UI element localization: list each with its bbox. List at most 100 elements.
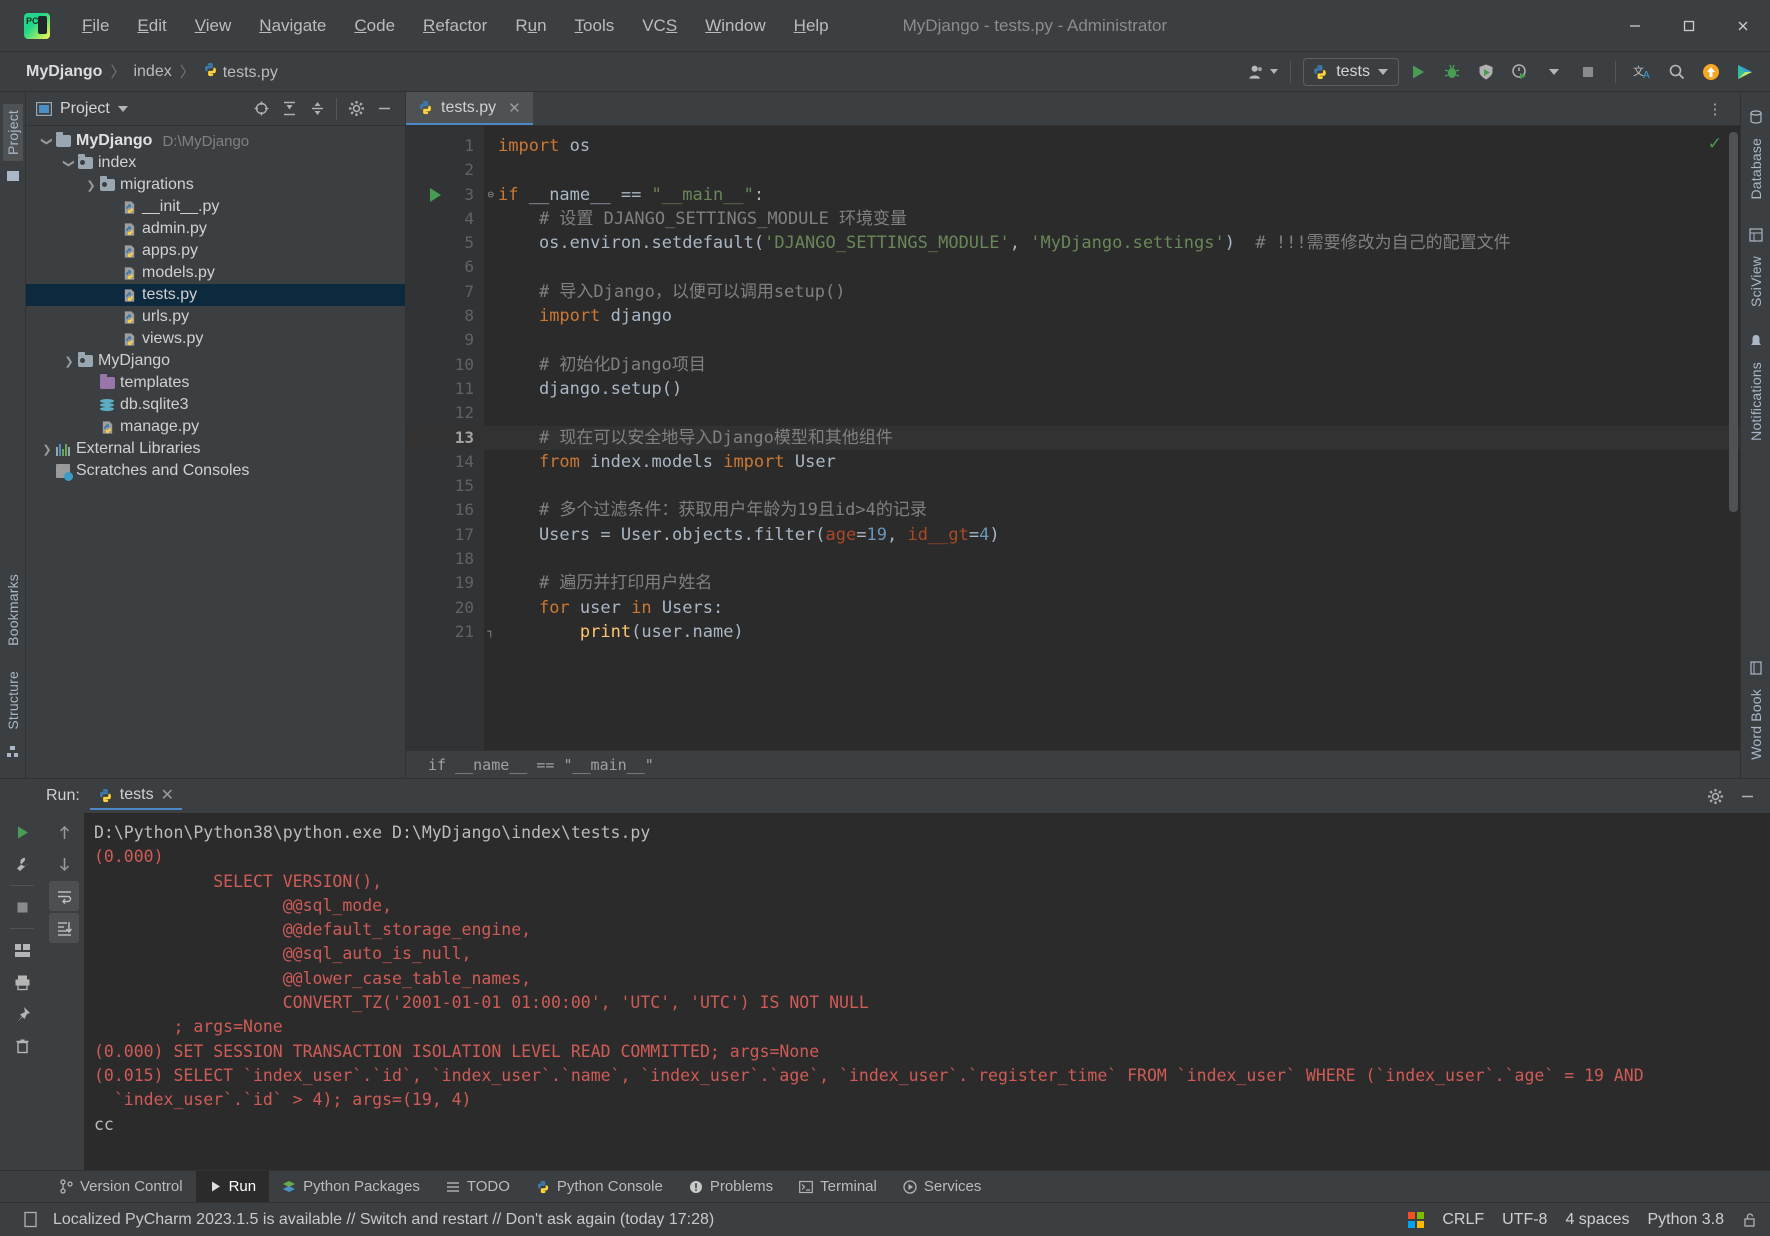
indent-status[interactable]: 4 spaces xyxy=(1565,1211,1629,1229)
tree-node-admin-py[interactable]: admin.py xyxy=(26,218,405,240)
code-line-15[interactable] xyxy=(498,474,1740,498)
run-line-marker-icon[interactable] xyxy=(430,187,441,202)
gutter-line-19[interactable]: 19 xyxy=(406,571,484,595)
close-icon[interactable]: ✕ xyxy=(161,785,174,805)
pin-icon[interactable] xyxy=(7,999,37,1029)
close-icon[interactable]: ✕ xyxy=(508,99,521,117)
up-arrow-icon[interactable] xyxy=(49,817,79,847)
breadcrumb-segment-tests-py[interactable]: tests.py xyxy=(199,60,282,84)
gutter-line-5[interactable]: 5 xyxy=(406,231,484,255)
close-button[interactable] xyxy=(1716,0,1770,52)
gutter-line-15[interactable]: 15 xyxy=(406,474,484,498)
profiler-dropdown-icon[interactable] xyxy=(1539,58,1569,86)
collapse-all-icon[interactable] xyxy=(304,97,330,121)
status-notification[interactable]: Localized PyCharm 2023.1.5 is available … xyxy=(53,1211,714,1229)
menu-item-refactor[interactable]: Refactor xyxy=(409,12,501,40)
profiler-button[interactable] xyxy=(1505,58,1535,86)
menu-item-tools[interactable]: Tools xyxy=(561,12,629,40)
gutter-line-11[interactable]: 11 xyxy=(406,377,484,401)
code-line-8[interactable]: import django xyxy=(498,304,1740,328)
print-icon[interactable] xyxy=(7,967,37,997)
tree-node-__init__-py[interactable]: __init__.py xyxy=(26,196,405,218)
chevron-right-icon[interactable]: ❯ xyxy=(62,355,76,368)
tree-node-apps-py[interactable]: apps.py xyxy=(26,240,405,262)
project-tree[interactable]: ❯ MyDjango D:\MyDjango ❯ index ❯ migrations __i… xyxy=(26,126,405,778)
rail-item-sciview[interactable]: SciView xyxy=(1746,250,1766,313)
rerun-icon[interactable] xyxy=(7,817,37,847)
rail-item-database[interactable]: Database xyxy=(1746,132,1766,206)
code-line-7[interactable]: # 导入Django，以便可以调用setup() xyxy=(498,280,1740,304)
gutter-line-12[interactable]: 12 xyxy=(406,401,484,425)
code-line-19[interactable]: # 遍历并打印用户姓名 xyxy=(498,571,1740,595)
chevron-right-icon[interactable]: ❯ xyxy=(40,443,54,456)
update-icon[interactable] xyxy=(1696,58,1726,86)
trash-icon[interactable] xyxy=(7,1031,37,1061)
editor-gutter[interactable]: 1 2 3 ⊖ 4 5 6 7 8 9 10 11 12 13 14 15 16 17 18 19 20 21 ┐ xyxy=(406,126,494,750)
code-line-21[interactable]: print(user.name) xyxy=(498,620,1740,644)
rail-item-project[interactable]: Project xyxy=(2,104,23,161)
chevron-right-icon[interactable]: ❯ xyxy=(84,179,98,192)
gutter-line-2[interactable]: 2 xyxy=(406,158,484,182)
tree-node-mydjango[interactable]: ❯ MyDjango xyxy=(26,350,405,372)
tree-node-models-py[interactable]: models.py xyxy=(26,262,405,284)
gutter-line-10[interactable]: 10 xyxy=(406,353,484,377)
gutter-line-9[interactable]: 9 xyxy=(406,328,484,352)
settings-gear-icon[interactable] xyxy=(343,97,369,121)
stop-icon[interactable] xyxy=(7,892,37,922)
minimize-button[interactable] xyxy=(1608,0,1662,52)
code-line-5[interactable]: os.environ.setdefault('DJANGO_SETTINGS_M… xyxy=(498,231,1740,255)
layout-icon[interactable] xyxy=(7,935,37,965)
gutter-line-14[interactable]: 14 xyxy=(406,450,484,474)
encoding-status[interactable]: UTF-8 xyxy=(1502,1211,1547,1229)
run-tab-tests[interactable]: tests ✕ xyxy=(89,782,182,810)
maximize-button[interactable] xyxy=(1662,0,1716,52)
gutter-line-6[interactable]: 6 xyxy=(406,255,484,279)
bottom-tab-run[interactable]: Run xyxy=(195,1171,270,1202)
settings-gear-icon[interactable] xyxy=(1702,784,1728,808)
code-line-13[interactable]: # 现在可以安全地导入Django模型和其他组件 xyxy=(484,425,1740,450)
code-line-18[interactable] xyxy=(498,547,1740,571)
code-line-11[interactable]: django.setup() xyxy=(498,377,1740,401)
search-icon[interactable] xyxy=(1662,58,1692,86)
code-line-20[interactable]: for user in Users: xyxy=(498,596,1740,620)
scroll-to-end-icon[interactable] xyxy=(49,913,79,943)
code-line-17[interactable]: Users = User.objects.filter(age=19, id__… xyxy=(498,523,1740,547)
more-options-icon[interactable]: ⋮ xyxy=(1700,95,1730,123)
tree-node-urls-py[interactable]: urls.py xyxy=(26,306,405,328)
chevron-down-icon[interactable]: ❯ xyxy=(63,156,76,170)
code-line-1[interactable]: import os xyxy=(498,134,1740,158)
inspection-status-icon[interactable]: ✓ xyxy=(1708,134,1722,154)
menu-item-code[interactable]: Code xyxy=(340,12,409,40)
tree-node-manage-py[interactable]: manage.py xyxy=(26,416,405,438)
rail-item-structure[interactable]: Structure xyxy=(3,665,23,736)
bottom-tab-version-control[interactable]: Version Control xyxy=(46,1171,196,1202)
code-line-12[interactable] xyxy=(498,401,1740,425)
breadcrumb-segment-mydjango[interactable]: MyDjango xyxy=(22,61,106,83)
tree-node-external-libraries[interactable]: ❯ External Libraries xyxy=(26,438,405,460)
run-button[interactable] xyxy=(1403,58,1433,86)
tree-node-views-py[interactable]: views.py xyxy=(26,328,405,350)
menu-item-window[interactable]: Window xyxy=(691,12,779,40)
menu-item-file[interactable]: File xyxy=(68,12,123,40)
menu-item-run[interactable]: Run xyxy=(501,12,560,40)
tree-node-mydjango[interactable]: ❯ MyDjango D:\MyDjango xyxy=(26,130,405,152)
interpreter-status[interactable]: Python 3.8 xyxy=(1648,1211,1725,1229)
code-line-3[interactable]: if __name__ == "__main__": xyxy=(498,183,1740,207)
gutter-line-1[interactable]: 1 xyxy=(406,134,484,158)
gutter-line-20[interactable]: 20 xyxy=(406,596,484,620)
tree-node-db-sqlite3[interactable]: db.sqlite3 xyxy=(26,394,405,416)
menu-item-vcs[interactable]: VCS xyxy=(628,12,691,40)
editor-tab-tests-py[interactable]: tests.py ✕ xyxy=(406,92,533,125)
tree-node-tests-py[interactable]: tests.py xyxy=(26,284,405,306)
code-line-10[interactable]: # 初始化Django项目 xyxy=(498,353,1740,377)
gutter-line-21[interactable]: 21 ┐ xyxy=(406,620,494,644)
rail-item-word-book[interactable]: Word Book xyxy=(1746,683,1766,766)
stop-button[interactable] xyxy=(1573,58,1603,86)
menu-item-navigate[interactable]: Navigate xyxy=(245,12,340,40)
gutter-line-13[interactable]: 13 xyxy=(406,425,484,450)
wrench-icon[interactable] xyxy=(7,849,37,879)
run-configuration-selector[interactable]: tests xyxy=(1303,57,1399,86)
debug-button[interactable] xyxy=(1437,58,1467,86)
bottom-tab-problems[interactable]: Problems xyxy=(676,1171,786,1202)
bottom-tab-terminal[interactable]: Terminal xyxy=(786,1171,890,1202)
